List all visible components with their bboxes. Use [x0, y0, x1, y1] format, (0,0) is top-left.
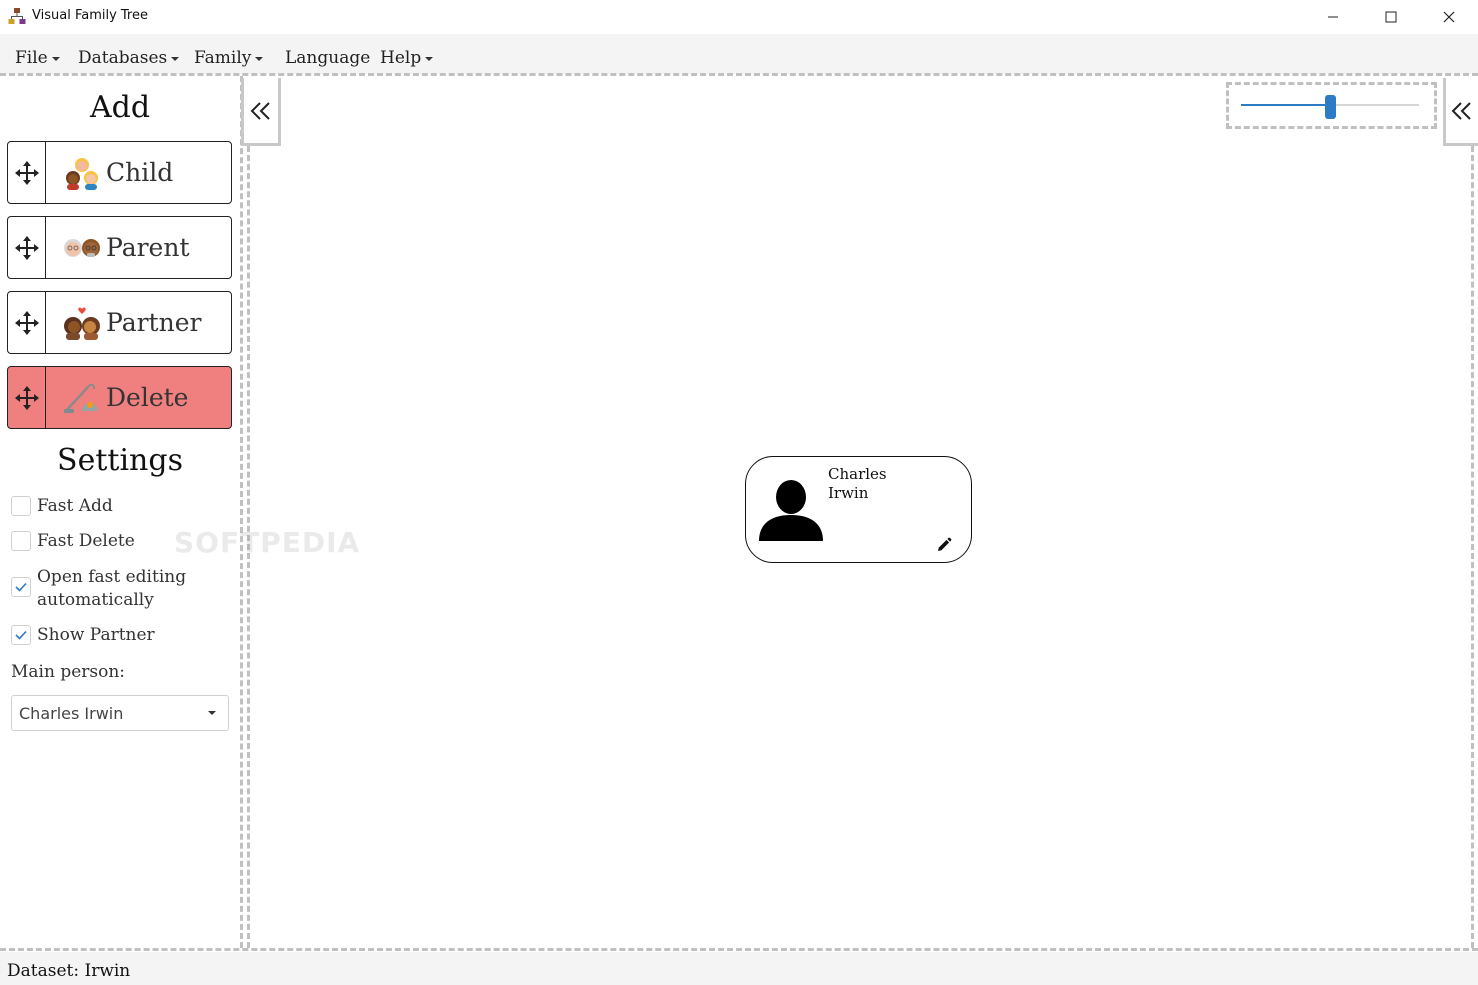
expand-right-panel-button[interactable] — [1443, 78, 1478, 146]
checkmark-icon — [15, 630, 27, 640]
main-person-value: Charles Irwin — [19, 703, 124, 723]
drag-handle[interactable] — [8, 367, 46, 428]
close-button[interactable] — [1420, 0, 1478, 34]
vacuum-cleaner-emoji-icon — [64, 383, 98, 413]
zoom-slider-fill — [1241, 104, 1330, 106]
checkmark-icon — [15, 582, 27, 592]
open-fast-editing-checkbox[interactable] — [11, 577, 31, 597]
add-parent-button[interactable]: Parent — [7, 216, 232, 279]
panel-splitter[interactable] — [240, 76, 243, 948]
status-bar: Dataset: Irwin — [0, 952, 1478, 985]
title-bar: Visual Family Tree — [0, 0, 1478, 34]
drag-handle[interactable] — [8, 217, 46, 278]
menu-language-label: Language — [285, 48, 371, 68]
person-last-name: Irwin — [828, 484, 869, 502]
move-icon — [14, 310, 39, 335]
fast-add-label: Fast Add — [37, 496, 113, 516]
add-child-button[interactable]: Child — [7, 141, 232, 204]
fast-delete-label: Fast Delete — [37, 531, 135, 551]
fast-add-checkbox[interactable] — [11, 496, 31, 516]
person-card[interactable]: Charles Irwin — [745, 456, 972, 563]
person-first-name: Charles — [828, 465, 887, 483]
menu-language[interactable]: Language — [285, 48, 370, 68]
left-panel: Add Child Parent Partner Delete Settings… — [0, 78, 240, 948]
add-heading: Add — [89, 90, 151, 125]
menu-file-label: File — [15, 48, 48, 68]
delete-label: Delete — [106, 383, 189, 412]
menu-family[interactable]: Family — [194, 48, 264, 68]
minimize-button[interactable] — [1304, 0, 1362, 34]
person-name: Charles Irwin — [828, 465, 887, 503]
add-partner-button[interactable]: Partner — [7, 291, 232, 354]
collapse-left-panel-button[interactable] — [241, 78, 281, 146]
person-silhouette-icon — [759, 480, 823, 541]
grandparents-emoji-icon — [64, 238, 100, 257]
double-chevron-left-icon — [250, 101, 270, 120]
add-parent-label: Parent — [106, 233, 190, 262]
chevron-down-icon — [171, 57, 180, 61]
zoom-control — [1226, 82, 1437, 129]
chevron-down-icon — [255, 57, 264, 61]
settings-heading: Settings — [57, 443, 183, 478]
double-chevron-left-icon — [1451, 101, 1471, 120]
open-fast-editing-label: Open fast editing automatically — [37, 567, 187, 610]
top-divider — [0, 73, 1478, 76]
main-person-select[interactable]: Charles Irwin — [11, 695, 229, 731]
children-emoji-icon — [66, 157, 98, 190]
close-icon — [1443, 11, 1455, 23]
move-icon — [14, 235, 39, 260]
dataset-status: Dataset: Irwin — [7, 961, 131, 981]
open-fast-editing-option[interactable]: Open fast editing automatically — [11, 566, 201, 612]
add-child-label: Child — [106, 158, 174, 187]
chevron-down-icon — [51, 57, 60, 61]
drag-handle[interactable] — [8, 142, 46, 203]
menu-bar: File Databases Family Language Help — [0, 34, 1478, 74]
chevron-down-icon — [208, 711, 216, 715]
show-partner-option[interactable]: Show Partner — [11, 624, 155, 647]
maximize-button[interactable] — [1362, 0, 1420, 34]
menu-help[interactable]: Help — [380, 48, 434, 68]
show-partner-label: Show Partner — [37, 625, 155, 645]
app-icon — [8, 8, 26, 24]
drag-handle[interactable] — [8, 292, 46, 353]
menu-help-label: Help — [380, 48, 422, 68]
canvas-right-border — [1471, 146, 1474, 948]
watermark: SOFTPEDIA — [174, 526, 361, 559]
zoom-slider-thumb[interactable] — [1324, 95, 1336, 119]
kissing-couple-emoji-icon — [64, 307, 100, 340]
chevron-down-icon — [425, 57, 434, 61]
menu-databases[interactable]: Databases — [78, 48, 180, 68]
fast-add-option[interactable]: Fast Add — [11, 495, 113, 518]
minimize-icon — [1328, 16, 1338, 18]
fast-delete-checkbox[interactable] — [11, 531, 31, 551]
delete-button[interactable]: Delete — [7, 366, 232, 429]
maximize-icon — [1385, 11, 1397, 23]
show-partner-checkbox[interactable] — [11, 625, 31, 645]
move-icon — [14, 160, 39, 185]
main-person-label: Main person: — [11, 662, 126, 682]
menu-databases-label: Databases — [78, 48, 168, 68]
fast-delete-option[interactable]: Fast Delete — [11, 530, 135, 553]
add-partner-label: Partner — [106, 308, 202, 337]
bottom-divider — [0, 948, 1478, 951]
pencil-icon[interactable] — [936, 537, 952, 553]
move-icon — [14, 385, 39, 410]
window-title: Visual Family Tree — [32, 8, 148, 23]
menu-file[interactable]: File — [15, 48, 60, 68]
menu-family-label: Family — [194, 48, 252, 68]
